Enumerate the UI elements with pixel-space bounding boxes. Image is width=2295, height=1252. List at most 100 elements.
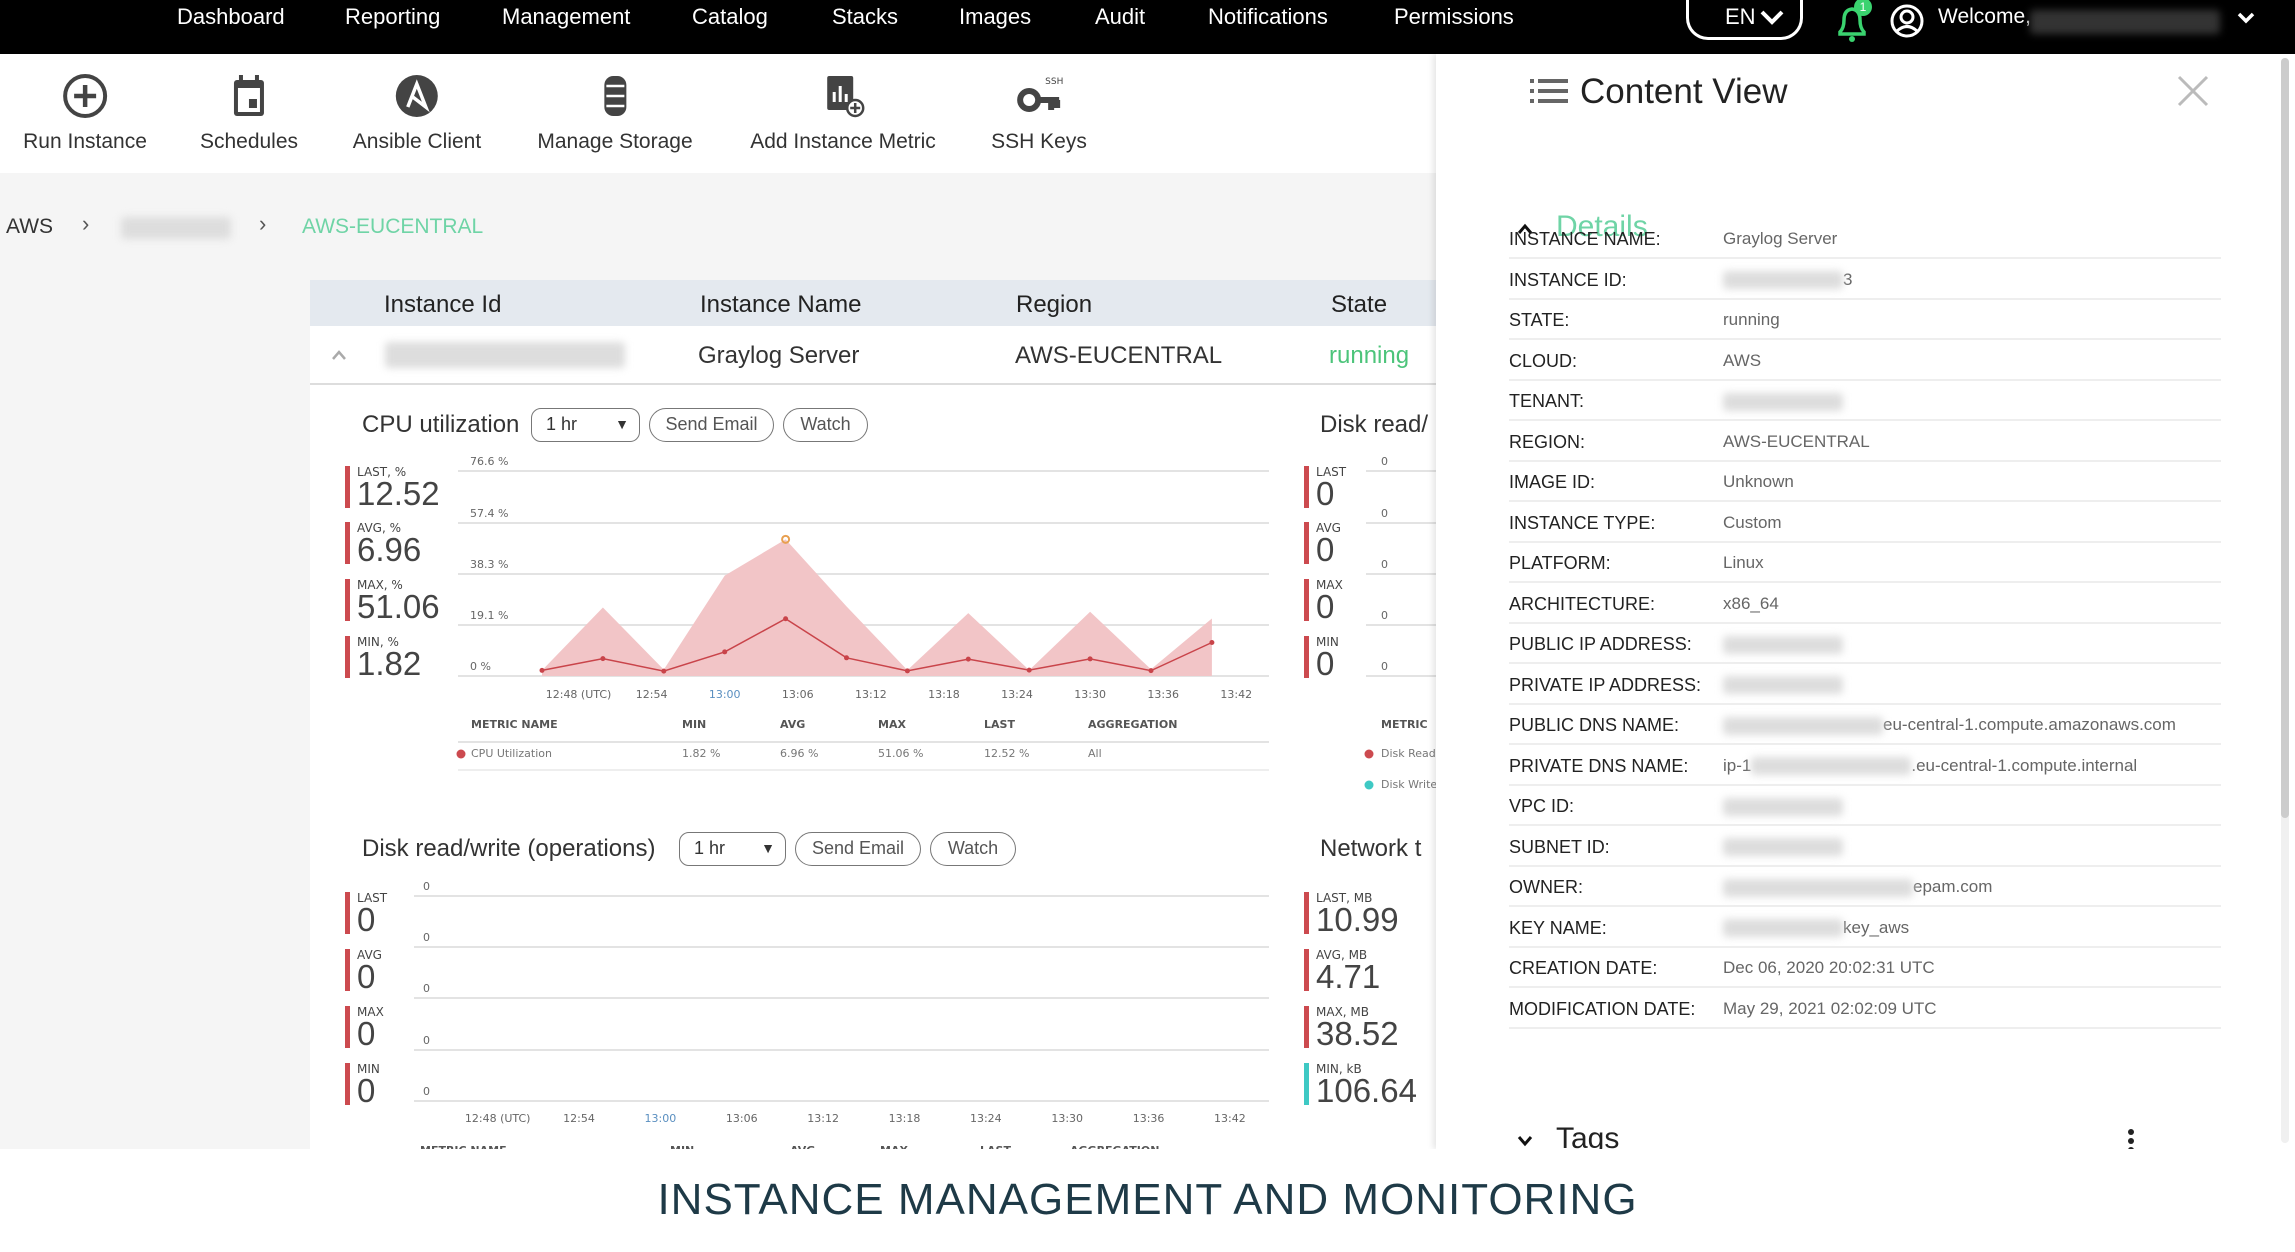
nav-notifications[interactable]: Notifications — [1208, 4, 1328, 30]
add-instance-metric-button[interactable]: Add Instance Metric — [750, 72, 936, 154]
schedules-button[interactable]: Schedules — [200, 72, 298, 154]
charts-canvas — [414, 470, 1436, 1102]
avg-point[interactable] — [539, 667, 545, 673]
language-selector[interactable]: EN — [1686, 0, 1803, 40]
redacted-value — [1723, 878, 1913, 897]
close-icon[interactable] — [2176, 74, 2210, 108]
redacted-value — [1723, 797, 1843, 816]
avg-point[interactable] — [783, 616, 789, 622]
detail-value — [1723, 675, 1843, 695]
detail-key: INSTANCE TYPE: — [1509, 512, 1656, 533]
detail-key: MODIFICATION DATE: — [1509, 998, 1696, 1019]
detail-row: TENANT: — [1509, 381, 2221, 421]
value-suffix: 3 — [1843, 269, 1853, 289]
detail-row: PLATFORM: Linux — [1509, 543, 2221, 583]
legend-dot — [456, 749, 466, 759]
avg-point[interactable] — [904, 668, 910, 674]
detail-value: 3 — [1723, 270, 1852, 290]
instance-toolbar: Run Instance Schedules Ansible Client Manag… — [0, 54, 1436, 173]
value-text: AWS — [1723, 350, 1762, 370]
detail-key: CLOUD: — [1509, 350, 1578, 371]
value-text: Custom — [1723, 512, 1782, 532]
manage-storage-button[interactable]: Manage Storage — [537, 72, 693, 154]
value-text: Dec 06, 2020 20:02:31 UTC — [1723, 958, 1935, 977]
scrollbar-track[interactable] — [2281, 58, 2289, 1143]
detail-value — [1723, 796, 1843, 816]
toolbar-label: Schedules — [199, 130, 299, 153]
value-suffix: epam.com — [1913, 877, 1993, 896]
detail-value: AWS — [1723, 351, 1761, 371]
nav-reporting[interactable]: Reporting — [345, 4, 440, 30]
tags-expand-chevron-icon[interactable] — [1516, 1134, 1534, 1148]
redacted-value — [1723, 676, 1843, 695]
nav-images[interactable]: Images — [959, 4, 1031, 30]
detail-row: SUBNET ID: — [1509, 827, 2221, 867]
detail-row: REGION: AWS-EUCENTRAL — [1509, 422, 2221, 462]
top-navigation-bar: Dashboard Reporting Management Catalog Stack… — [0, 0, 2295, 54]
detail-value: eu-central-1.compute.amazonaws.com — [1723, 715, 2176, 735]
avg-point[interactable] — [1209, 639, 1215, 645]
detail-value: Dec 06, 2020 20:02:31 UTC — [1723, 958, 1935, 978]
ansible-icon — [396, 75, 438, 117]
nav-stacks[interactable]: Stacks — [832, 4, 898, 30]
avg-point[interactable] — [600, 656, 606, 662]
database-icon — [604, 76, 626, 116]
detail-value: epam.com — [1723, 877, 1992, 897]
value-prefix: ip-1 — [1723, 755, 1752, 775]
detail-row: STATE: running — [1509, 300, 2221, 340]
notifications-bell[interactable]: 1 — [1832, 0, 1872, 46]
value-text: x86_64 — [1723, 593, 1779, 613]
redacted-value — [1751, 757, 1912, 776]
redacted-value — [1723, 919, 1843, 938]
detail-key: ARCHITECTURE: — [1509, 593, 1656, 614]
ssh-key-icon: SSH — [1016, 77, 1063, 112]
scrollbar-thumb[interactable] — [2281, 58, 2289, 818]
detail-row: PRIVATE DNS NAME: ip-1 .eu-central-1.compu… — [1509, 746, 2221, 786]
nav-catalog[interactable]: Catalog — [692, 4, 768, 30]
detail-value: Linux — [1723, 553, 1764, 573]
detail-key: CREATION DATE: — [1509, 958, 1658, 978]
nav-permissions[interactable]: Permissions — [1394, 4, 1514, 30]
toolbar-label: Ansible Client — [352, 130, 482, 153]
ansible-client-button[interactable]: Ansible Client — [353, 72, 481, 154]
detail-key: STATE: — [1509, 310, 1570, 330]
avg-point[interactable] — [844, 655, 849, 661]
value-suffix: .eu-central-1.compute.internal — [1911, 755, 2138, 775]
detail-value — [1723, 391, 1843, 411]
detail-key: TENANT: — [1509, 391, 1585, 411]
avg-point[interactable] — [965, 656, 971, 662]
value-suffix: key_aws — [1843, 917, 1910, 937]
run-instance-button[interactable]: Run Instance — [23, 72, 147, 154]
value-suffix: eu-central-1.compute.amazonaws.com — [1883, 715, 2176, 734]
user-avatar-icon[interactable] — [1890, 4, 1924, 38]
detail-value: Graylog Server — [1723, 229, 1837, 249]
avg-point[interactable] — [661, 668, 667, 674]
avg-point[interactable] — [1087, 656, 1093, 662]
detail-row: PRIVATE IP ADDRESS: — [1509, 665, 2221, 705]
detail-row: INSTANCE ID: 3 — [1509, 260, 2221, 300]
detail-key: OWNER: — [1509, 877, 1583, 897]
detail-row: IMAGE ID: Unknown — [1509, 462, 2221, 502]
detail-row: INSTANCE TYPE: Custom — [1509, 503, 2221, 543]
detail-value: Unknown — [1723, 472, 1794, 492]
value-text: May 29, 2021 02:02:09 UTC — [1723, 998, 1937, 1018]
redacted-value — [1723, 838, 1843, 857]
nav-audit[interactable]: Audit — [1095, 4, 1145, 30]
user-menu-chevron-icon[interactable] — [2236, 10, 2256, 26]
plus-circle-icon — [63, 74, 107, 118]
detail-row: PUBLIC DNS NAME: eu-central-1.compute.ama… — [1509, 705, 2221, 745]
avg-point[interactable] — [722, 649, 728, 655]
avg-point[interactable] — [1026, 667, 1032, 673]
detail-row: OWNER: epam.com — [1509, 867, 2221, 907]
detail-value: Custom — [1723, 513, 1782, 533]
detail-key: PRIVATE IP ADDRESS: — [1509, 674, 1702, 695]
detail-value: May 29, 2021 02:02:09 UTC — [1723, 999, 1937, 1019]
main-content: AWS › › AWS-EUCENTRAL Instance Id Instan… — [0, 173, 1436, 1149]
detail-key: INSTANCE ID: — [1509, 269, 1627, 290]
nav-management[interactable]: Management — [502, 4, 630, 30]
chevron-down-icon — [1760, 10, 1784, 25]
avg-point[interactable] — [1148, 668, 1154, 674]
nav-dashboard[interactable]: Dashboard — [177, 4, 285, 30]
ssh-keys-button[interactable]: SSH SSH Keys — [991, 72, 1087, 154]
caption: INSTANCE MANAGEMENT AND MONITORING — [0, 1149, 2295, 1252]
